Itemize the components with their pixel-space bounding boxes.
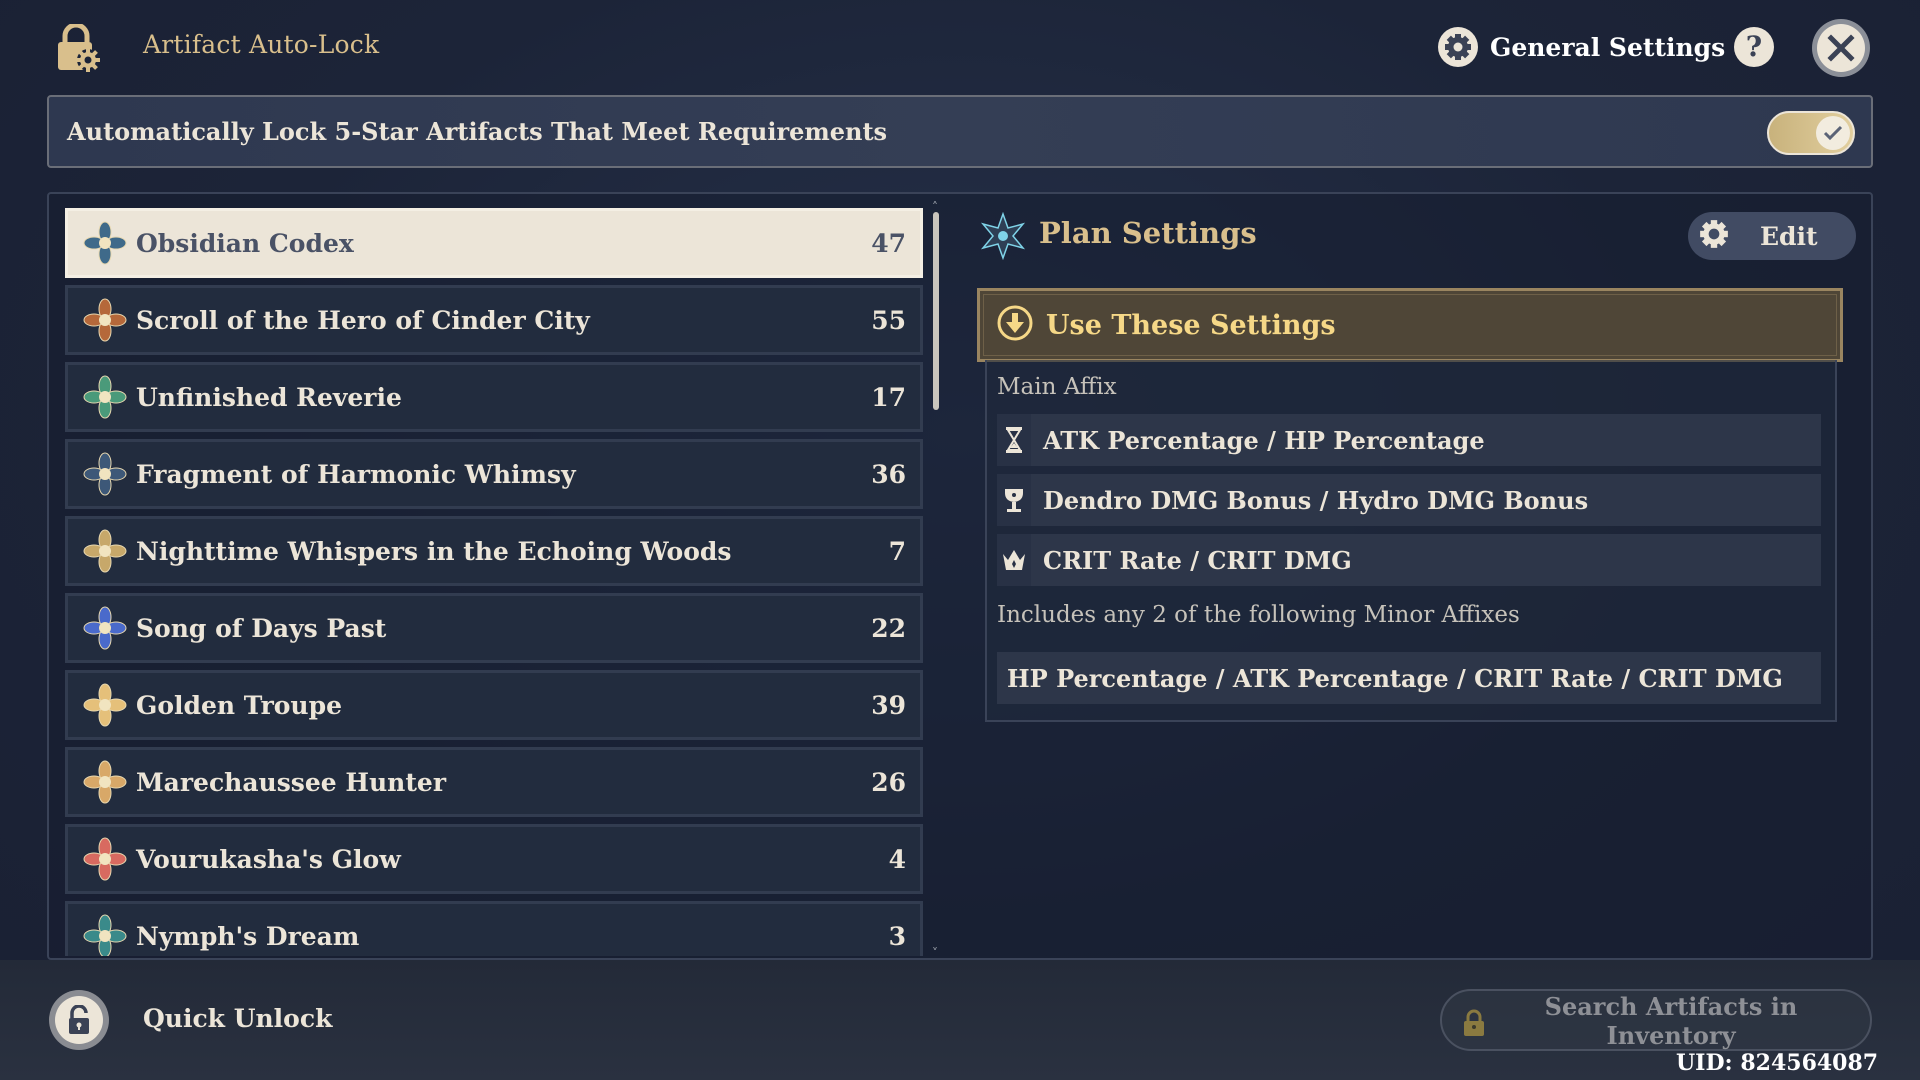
main-affix-row-circlet: CRIT Rate / CRIT DMG [997,534,1821,586]
artifact-set-name: Nymph's Dream [136,921,360,951]
search-artifacts-label: Search Artifacts in Inventory [1544,992,1798,1050]
artifact-set-item[interactable]: Vourukasha's Glow 4 [65,824,923,894]
lock-gear-icon [56,22,102,72]
artifact-set-name: Unfinished Reverie [136,382,402,412]
auto-lock-label: Automatically Lock 5-Star Artifacts That… [67,117,888,146]
checkmark-icon [1816,116,1850,150]
artifact-set-count: 36 [871,459,906,489]
artifact-set-item[interactable]: Song of Days Past 22 [65,593,923,663]
minor-affix-label: Includes any 2 of the following Minor Af… [997,602,1520,628]
artifact-set-item[interactable]: Unfinished Reverie 17 [65,362,923,432]
artifact-set-item[interactable]: Scroll of the Hero of Cinder City 55 [65,285,923,355]
artifact-set-name: Obsidian Codex [136,228,354,258]
main-panel: Obsidian Codex 47 Scroll of the Hero of Ci… [47,192,1873,960]
artifact-set-icon [82,759,128,805]
artifact-set-icon [82,220,128,266]
artifact-set-count: 17 [871,382,906,412]
artifact-set-name: Golden Troupe [136,690,342,720]
artifact-set-name: Marechaussee Hunter [136,767,446,797]
artifact-set-count: 22 [871,613,906,643]
artifact-set-icon [82,682,128,728]
plan-settings-title: Plan Settings [1039,216,1257,250]
artifact-set-icon [82,605,128,651]
goblet-icon [997,474,1031,526]
main-affix-text: ATK Percentage / HP Percentage [1043,425,1485,455]
close-button[interactable] [1812,19,1870,77]
circlet-icon [997,534,1031,586]
artifact-set-icon [82,451,128,497]
search-artifacts-button[interactable]: Search Artifacts in Inventory [1440,989,1872,1051]
artifact-set-count: 4 [888,844,906,874]
main-affix-text: CRIT Rate / CRIT DMG [1043,545,1352,575]
artifact-set-count: 55 [871,305,906,335]
obsidian-codex-icon [979,211,1027,261]
quick-unlock-button[interactable] [49,990,109,1050]
hourglass-icon [997,414,1031,466]
artifact-set-count: 7 [888,536,906,566]
question-icon: ? [1745,30,1763,63]
page-title: Artifact Auto-Lock [143,30,380,59]
artifact-set-name: Fragment of Harmonic Whimsy [136,459,576,489]
main-affix-label: Main Affix [997,374,1117,400]
list-scrollbar[interactable]: ˄ ˅ [932,201,942,959]
artifact-set-name: Scroll of the Hero of Cinder City [136,305,590,335]
artifact-set-icon [82,913,128,956]
use-these-settings-button[interactable]: Use These Settings [977,288,1843,362]
use-these-settings-label: Use These Settings [1046,309,1336,341]
artifact-set-icon [82,528,128,574]
scroll-up-icon[interactable]: ˄ [932,201,942,213]
close-icon [1817,24,1865,72]
main-affix-text: Dendro DMG Bonus / Hydro DMG Bonus [1043,485,1589,515]
artifact-set-name: Nighttime Whispers in the Echoing Woods [136,536,732,566]
lock-icon [1462,1009,1486,1041]
artifact-set-item[interactable]: Marechaussee Hunter 26 [65,747,923,817]
auto-lock-setting: Automatically Lock 5-Star Artifacts That… [47,95,1873,168]
artifact-set-icon [82,836,128,882]
artifact-set-list: Obsidian Codex 47 Scroll of the Hero of Ci… [65,208,923,956]
artifact-set-name: Song of Days Past [136,613,387,643]
edit-label: Edit [1760,221,1818,251]
unlock-icon [55,996,103,1044]
artifact-set-count: 26 [871,767,906,797]
artifact-set-count: 3 [888,921,906,951]
gear-icon [1698,218,1730,254]
artifact-set-name: Vourukasha's Glow [136,844,401,874]
gear-icon [1438,27,1478,67]
edit-plan-button[interactable]: Edit [1688,212,1856,260]
scroll-down-icon[interactable]: ˅ [932,947,942,959]
quick-unlock-label[interactable]: Quick Unlock [143,1004,332,1033]
artifact-set-item[interactable]: Golden Troupe 39 [65,670,923,740]
auto-lock-toggle[interactable] [1767,111,1855,155]
uid-label: UID: 824564087 [1676,1050,1879,1076]
artifact-set-icon [82,374,128,420]
artifact-set-item[interactable]: Nymph's Dream 3 [65,901,923,956]
scroll-thumb[interactable] [933,212,939,410]
general-settings-label: General Settings [1490,32,1726,62]
artifact-set-item[interactable]: Obsidian Codex 47 [65,208,923,278]
artifact-set-icon [82,297,128,343]
main-affix-row-sands: ATK Percentage / HP Percentage [997,414,1821,466]
main-affix-row-goblet: Dendro DMG Bonus / Hydro DMG Bonus [997,474,1821,526]
minor-affix-text: HP Percentage / ATK Percentage / CRIT Ra… [1007,663,1783,693]
artifact-set-item[interactable]: Nighttime Whispers in the Echoing Woods 7 [65,516,923,586]
minor-affix-row: HP Percentage / ATK Percentage / CRIT Ra… [997,652,1821,704]
artifact-set-count: 47 [871,228,906,258]
artifact-set-item[interactable]: Fragment of Harmonic Whimsy 36 [65,439,923,509]
download-arrow-icon [996,304,1034,346]
affix-requirements: Main Affix ATK Percentage / HP Percentag… [985,360,1837,722]
artifact-set-count: 39 [871,690,906,720]
help-button[interactable]: ? [1734,27,1774,67]
general-settings-button[interactable]: General Settings [1438,27,1725,67]
